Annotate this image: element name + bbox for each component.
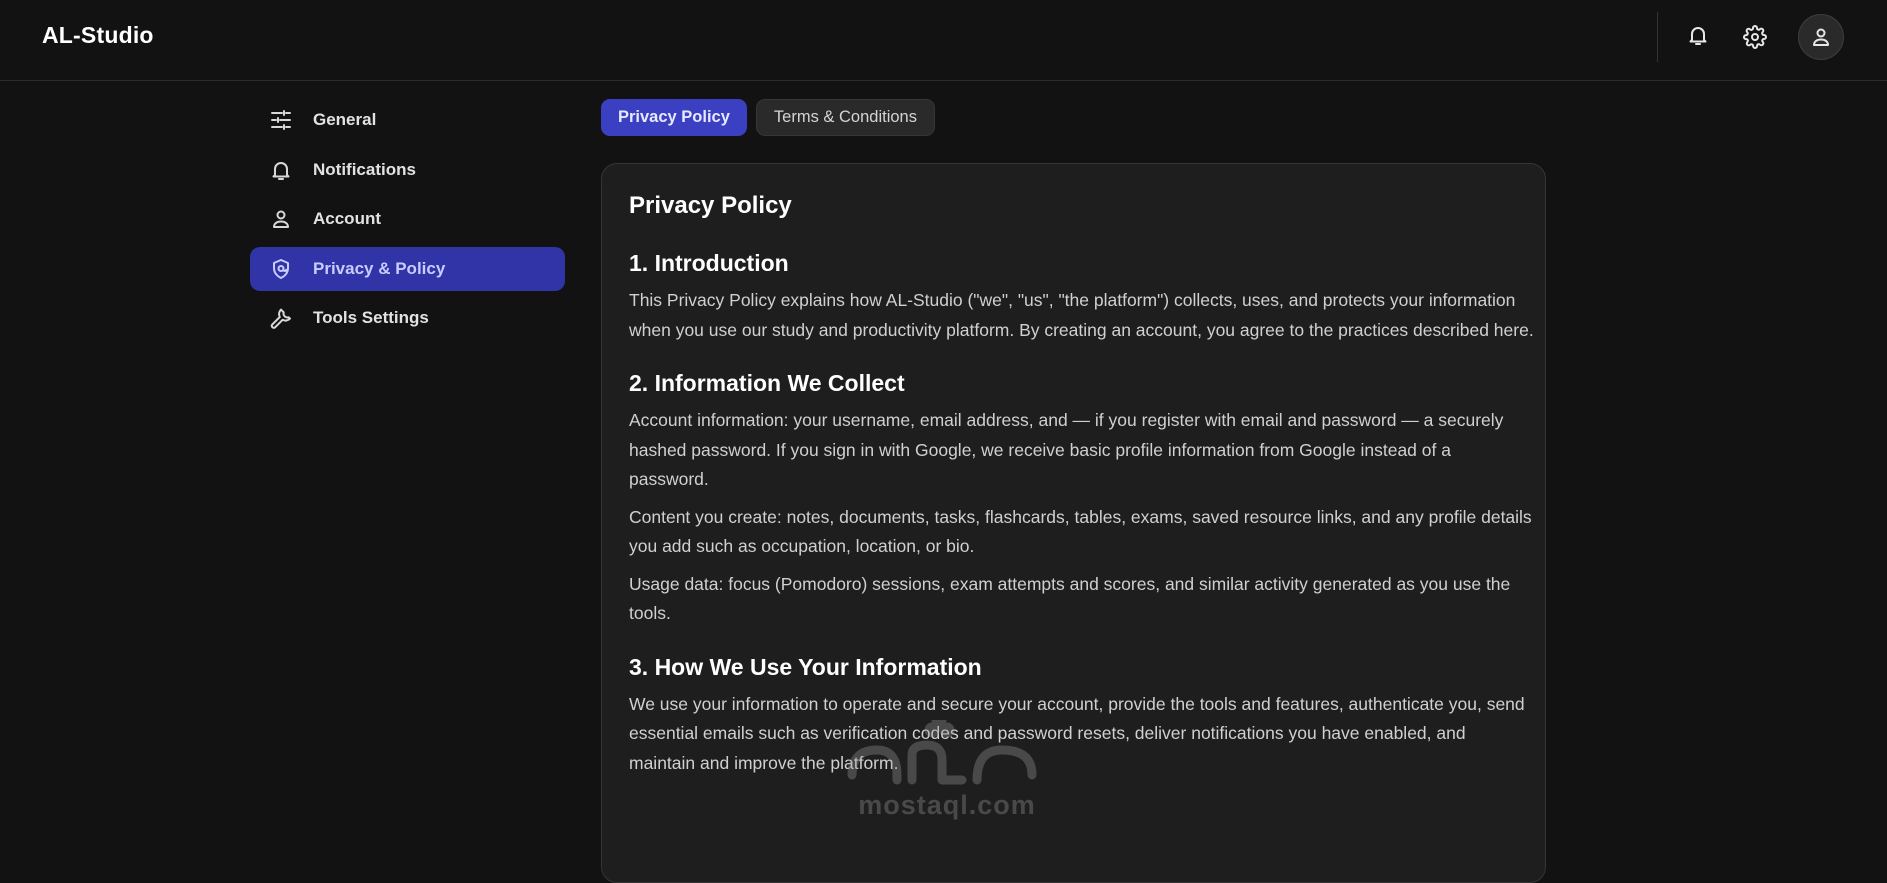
sidebar-item-label: Tools Settings xyxy=(313,308,429,327)
sidebar-item-label: Account xyxy=(313,209,381,228)
section-paragraph: This Privacy Policy explains how AL-Stud… xyxy=(629,290,1534,340)
section-information-collect: 2. Information We Collect Account inform… xyxy=(629,370,1532,629)
tab-terms-conditions[interactable]: Terms & Conditions xyxy=(755,99,935,136)
settings-button[interactable] xyxy=(1738,20,1772,54)
sidebar-item-notifications[interactable]: Notifications xyxy=(250,148,565,192)
sidebar-item-privacy-policy[interactable]: Privacy & Policy xyxy=(250,246,565,291)
wrench-icon xyxy=(268,305,294,331)
shield-icon xyxy=(268,256,294,282)
section-paragraph: We use your information to operate and s… xyxy=(629,693,1525,773)
sliders-icon xyxy=(268,107,294,133)
sidebar-item-general[interactable]: General xyxy=(250,98,565,142)
section-paragraph: Content you create: notes, documents, ta… xyxy=(629,506,1532,557)
user-icon xyxy=(1813,28,1829,46)
user-icon xyxy=(268,206,294,232)
header-divider xyxy=(1657,12,1658,62)
sidebar-item-label: General xyxy=(313,110,377,129)
section-heading: 3. How We Use Your Information xyxy=(629,653,982,680)
notifications-button[interactable] xyxy=(1681,18,1715,52)
sidebar-item-account[interactable]: Account xyxy=(250,197,565,241)
brand-logo[interactable]: AL-Studio xyxy=(42,22,154,49)
sidebar-item-label: Notifications xyxy=(313,159,416,179)
section-heading: 1. Introduction xyxy=(629,250,789,276)
section-paragraph: Account information: your username, emai… xyxy=(629,410,1504,489)
settings-sidebar: General Notifications Account Privacy & … xyxy=(250,98,565,346)
sidebar-item-tools-settings[interactable]: Tools Settings xyxy=(250,296,565,340)
section-introduction: 1. Introduction This Privacy Policy expl… xyxy=(629,250,1534,345)
policy-tabs: Privacy Policy Terms & Conditions xyxy=(601,99,935,136)
section-paragraph: Usage data: focus (Pomodoro) sessions, e… xyxy=(629,573,1511,624)
section-heading: 2. Information We Collect xyxy=(629,370,905,396)
tab-privacy-policy[interactable]: Privacy Policy xyxy=(601,99,747,136)
bell-icon xyxy=(1689,27,1707,45)
top-header: AL-Studio xyxy=(0,0,1887,81)
avatar[interactable] xyxy=(1798,14,1844,60)
gear-icon xyxy=(1743,25,1767,49)
section-how-we-use: 3. How We Use Your Information We use yo… xyxy=(629,653,1525,779)
sidebar-item-label: Privacy & Policy xyxy=(313,258,446,278)
policy-card: Privacy Policy 1. Introduction This Priv… xyxy=(601,163,1546,883)
bell-icon xyxy=(268,157,294,183)
page-title: Privacy Policy xyxy=(629,192,792,219)
